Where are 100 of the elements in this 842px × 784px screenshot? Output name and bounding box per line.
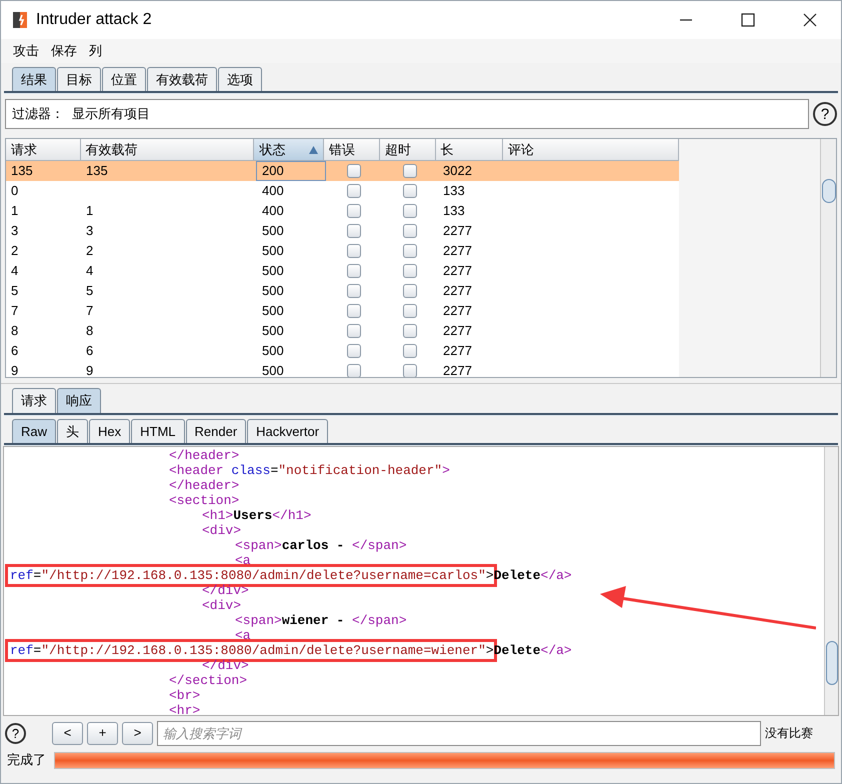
- code-line: </header>: [169, 478, 240, 493]
- column-header[interactable]: 长: [436, 139, 504, 160]
- table-cell-text: 133: [442, 182, 466, 200]
- checkbox[interactable]: [347, 364, 361, 377]
- checkbox[interactable]: [347, 324, 361, 338]
- help-button[interactable]: ?: [5, 722, 26, 744]
- checkbox[interactable]: [403, 344, 417, 358]
- table-cell-text: 2: [85, 242, 94, 260]
- table-cell-text: 500: [261, 222, 285, 240]
- checkbox[interactable]: [347, 204, 361, 218]
- checkbox[interactable]: [347, 344, 361, 358]
- table-row[interactable]: 135 135 200 3022: [6, 161, 679, 181]
- menu-item[interactable]: 保存: [51, 41, 77, 61]
- checkbox[interactable]: [403, 324, 417, 338]
- help-button[interactable]: ?: [813, 102, 837, 126]
- table-cell-text: 500: [261, 242, 285, 260]
- code-line: <span>wiener - </span>: [235, 613, 407, 628]
- checkbox[interactable]: [347, 244, 361, 258]
- tab[interactable]: Render: [186, 419, 246, 443]
- column-header[interactable]: 错误: [324, 139, 380, 160]
- vertical-scrollbar[interactable]: [820, 139, 836, 377]
- checkbox[interactable]: [347, 184, 361, 198]
- checkbox[interactable]: [403, 184, 417, 198]
- table-cell-text: 500: [261, 322, 285, 340]
- code-line: <br>: [169, 688, 200, 703]
- table-cell-text: 5: [85, 282, 94, 300]
- checkbox[interactable]: [347, 164, 361, 178]
- filter-bar[interactable]: 过滤器： 显示所有项目: [5, 99, 809, 129]
- table-cell-text: 2277: [442, 322, 473, 340]
- checkbox[interactable]: [403, 284, 417, 298]
- menu-item[interactable]: 攻击: [13, 41, 39, 61]
- table-cell-text: 8: [85, 322, 94, 340]
- table-cell-text: 500: [261, 302, 285, 320]
- tab[interactable]: 结果: [12, 67, 56, 91]
- checkbox[interactable]: [347, 284, 361, 298]
- table-cell-text: 400: [261, 202, 285, 220]
- checkbox[interactable]: [403, 224, 417, 238]
- tab[interactable]: 有效载荷: [147, 67, 217, 91]
- checkbox[interactable]: [403, 164, 417, 178]
- checkbox[interactable]: [403, 364, 417, 377]
- tab[interactable]: 位置: [102, 67, 146, 91]
- column-header[interactable]: 状态: [254, 139, 324, 160]
- code-line: <span>carlos - </span>: [235, 538, 407, 553]
- tab[interactable]: 头: [57, 419, 88, 443]
- menu-item[interactable]: 列: [89, 41, 102, 61]
- tab[interactable]: Hackvertor: [247, 419, 328, 443]
- table-cell-text: 2277: [442, 222, 473, 240]
- code-line: <a: [235, 628, 251, 643]
- table-cell-text: 2277: [442, 302, 473, 320]
- table-cell-text: 2: [10, 242, 20, 260]
- code-line: <div>: [202, 598, 242, 613]
- table-cell-text: 9: [10, 362, 20, 377]
- checkbox[interactable]: [347, 264, 361, 278]
- tab[interactable]: 响应: [57, 388, 101, 413]
- checkbox[interactable]: [403, 264, 417, 278]
- checkbox[interactable]: [403, 244, 417, 258]
- checkbox[interactable]: [347, 224, 361, 238]
- filter-value: 显示所有项目: [72, 105, 150, 124]
- code-line: <h1>Users</h1>: [202, 508, 312, 523]
- table-cell-text: 4: [10, 262, 20, 280]
- table-cell-text: 7: [10, 302, 20, 320]
- table-cell-text: 3: [85, 222, 94, 240]
- table-cell-text: 2277: [442, 362, 473, 377]
- table-cell-text: 500: [261, 362, 285, 377]
- code-line: <hr>: [169, 703, 200, 715]
- table-cell-text: 5: [10, 282, 20, 300]
- checkbox[interactable]: [403, 304, 417, 318]
- table-cell-text: 400: [261, 182, 285, 200]
- column-header[interactable]: 请求: [6, 139, 81, 160]
- tab[interactable]: 请求: [12, 388, 56, 413]
- table-cell-text: 6: [85, 342, 94, 360]
- tab[interactable]: Hex: [89, 419, 130, 443]
- column-header[interactable]: 超时: [380, 139, 436, 160]
- app-logo-icon: [11, 10, 29, 30]
- checkbox[interactable]: [347, 304, 361, 318]
- status-label: 完成了: [7, 751, 46, 770]
- match-count: 没有比赛: [765, 725, 813, 742]
- table-cell-text: 500: [261, 262, 285, 280]
- code-line: </div>: [202, 658, 249, 673]
- table-cell-text: 2277: [442, 282, 473, 300]
- checkbox[interactable]: [403, 204, 417, 218]
- table-cell-text: 0: [10, 182, 20, 200]
- filter-label: 过滤器：: [12, 105, 64, 124]
- tab[interactable]: 选项: [218, 67, 262, 91]
- table-cell-text: 135: [85, 162, 109, 180]
- tab[interactable]: HTML: [131, 419, 185, 443]
- sort-ascending-icon: [309, 146, 318, 154]
- navigation-button[interactable]: >: [122, 722, 153, 744]
- tab[interactable]: Raw: [12, 419, 56, 443]
- tab[interactable]: 目标: [57, 67, 101, 91]
- navigation-button[interactable]: +: [87, 722, 118, 744]
- code-line: </section>: [169, 673, 248, 688]
- code-line: </header>: [169, 448, 240, 463]
- search-field[interactable]: 输入搜索字词: [157, 720, 761, 746]
- vertical-scrollbar[interactable]: [824, 447, 838, 715]
- table-cell-text: 2277: [442, 242, 473, 260]
- table-cell-text: 9: [85, 362, 94, 377]
- navigation-button[interactable]: <: [52, 722, 83, 744]
- column-header[interactable]: 评论: [503, 139, 679, 160]
- table-cell-text: 135: [10, 162, 34, 180]
